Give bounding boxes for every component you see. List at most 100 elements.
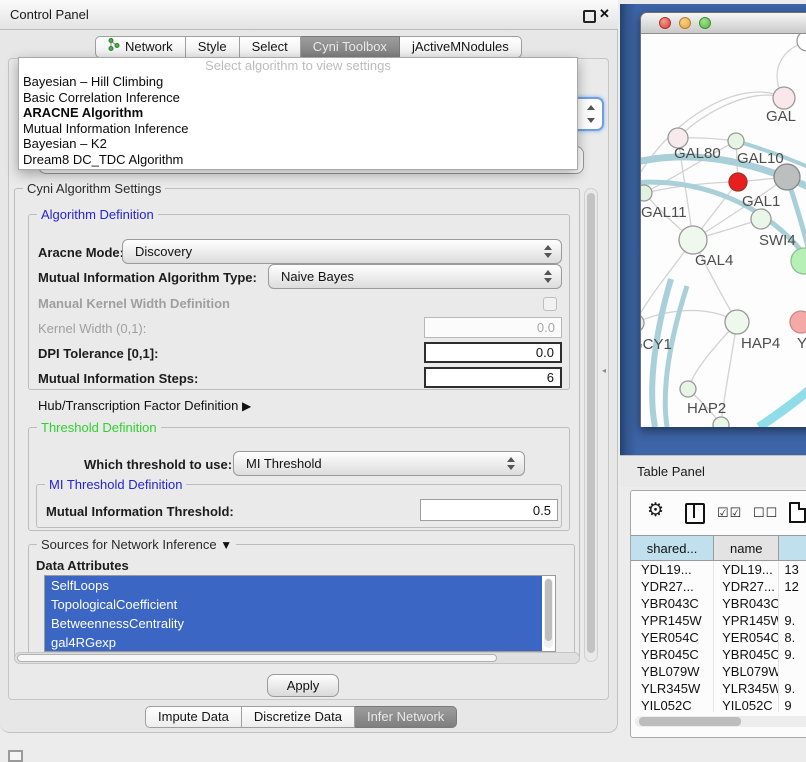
network-node[interactable] — [728, 133, 744, 149]
data-attribute-item[interactable]: gal4RGexp — [45, 633, 542, 652]
network-node[interactable] — [791, 248, 806, 274]
panel-splitter-nub[interactable]: ◂ — [602, 366, 606, 375]
tab-select[interactable]: Select — [240, 36, 301, 58]
column-header-name[interactable]: name — [714, 536, 779, 560]
network-node[interactable] — [797, 34, 806, 51]
close-icon[interactable]: ✕ — [599, 6, 610, 22]
scrollbar-thumb[interactable] — [17, 654, 497, 662]
scrollbar-thumb[interactable] — [545, 579, 552, 641]
sources-expander[interactable]: Sources for Network Inference ▼ — [37, 537, 236, 552]
column-header-shared[interactable]: shared... — [631, 536, 714, 560]
tab-discretize-data[interactable]: Discretize Data — [242, 706, 355, 728]
mi-threshold-label: Mutual Information Threshold: — [46, 504, 234, 519]
checked-box-icon: ☑ — [717, 505, 730, 520]
collapsed-panel-icon[interactable] — [8, 750, 23, 762]
scrollbar-thumb[interactable] — [639, 717, 741, 726]
table-cell: YDR27... — [631, 578, 714, 595]
network-node[interactable] — [641, 314, 644, 332]
table-cell: YIL052C — [714, 697, 779, 712]
table-cell: YDL19... — [714, 561, 779, 578]
algorithm-option[interactable]: ARACNE Algorithm — [19, 105, 577, 121]
tab-label: Cyni Toolbox — [313, 37, 387, 57]
network-node[interactable] — [641, 185, 652, 201]
gear-icon[interactable]: ⚙ — [647, 499, 664, 522]
sources-title: Sources for Network Inference — [41, 537, 217, 552]
network-canvas[interactable]: GALGAL80GAL10GAL1GAL11GAL4SWI4GCY1HAP4YH… — [641, 34, 806, 427]
zoom-traffic-light[interactable] — [699, 17, 711, 29]
table-row[interactable]: YIL052CYIL052C9 — [631, 697, 806, 712]
document-icon[interactable] — [789, 502, 806, 523]
attributes-scrollbar[interactable] — [544, 578, 553, 648]
table-row[interactable]: YER054CYER054C8. — [631, 629, 806, 646]
table-row[interactable]: YBL079WYBL079W — [631, 663, 806, 680]
table-row[interactable]: YDR27...YDR27...12 — [631, 578, 806, 595]
network-node[interactable] — [725, 310, 749, 334]
mi-algorithm-type-select[interactable]: Naive Bayes — [268, 264, 562, 289]
network-node[interactable] — [774, 164, 800, 190]
algorithm-option[interactable]: Basic Correlation Inference — [19, 90, 577, 106]
data-attribute-item[interactable]: BetweennessCentrality — [45, 614, 542, 633]
table-cell: YPR145W — [631, 612, 714, 629]
float-window-icon[interactable] — [583, 10, 596, 23]
data-attributes-label: Data Attributes — [36, 558, 129, 573]
network-tab-icon — [108, 37, 120, 57]
network-node[interactable] — [713, 417, 729, 427]
tab-network[interactable]: Network — [95, 36, 186, 58]
tab-impute-data[interactable]: Impute Data — [145, 706, 242, 728]
tab-label: Style — [198, 37, 227, 57]
settings-vertical-scrollbar[interactable] — [584, 188, 598, 662]
kernel-width-input[interactable]: 0.0 — [424, 317, 562, 338]
network-node[interactable] — [773, 87, 795, 109]
aracne-mode-select[interactable]: Discovery — [122, 239, 562, 264]
dpi-tolerance-input[interactable]: 0.0 — [424, 342, 562, 363]
close-traffic-light[interactable] — [659, 17, 671, 29]
hub-transcription-factor-expander[interactable]: Hub/Transcription Factor Definition ▶ — [38, 398, 251, 413]
table-cell: YDR27... — [714, 578, 779, 595]
algorithm-option[interactable]: Bayesian – Hill Climbing — [19, 74, 577, 90]
network-node[interactable] — [790, 311, 806, 333]
table-row[interactable]: YBR045CYBR045C9. — [631, 646, 806, 663]
aracne-mode-label: Aracne Mode: — [38, 245, 124, 260]
network-node[interactable] — [680, 381, 696, 397]
which-threshold-label: Which threshold to use: — [84, 457, 232, 472]
data-attribute-item[interactable]: SelfLoops — [45, 576, 542, 595]
apply-button[interactable]: Apply — [267, 674, 339, 697]
mi-steps-input[interactable]: 6 — [424, 367, 562, 388]
table-row[interactable]: YBR043CYBR043C — [631, 595, 806, 612]
table-row[interactable]: YLR345WYLR345W9. — [631, 680, 806, 697]
tab-style[interactable]: Style — [186, 36, 240, 58]
table-cell: YLR345W — [714, 680, 779, 697]
table-row[interactable]: YDL19...YDL19...13 — [631, 561, 806, 578]
table-cell: YBR043C — [714, 595, 779, 612]
algorithm-option[interactable]: Bayesian – K2 — [19, 136, 577, 152]
algorithm-option[interactable]: Mutual Information Inference — [19, 121, 577, 137]
network-node[interactable] — [751, 209, 771, 229]
tab-label: Select — [252, 37, 288, 57]
column-header-partial[interactable] — [779, 536, 806, 560]
manual-kernel-width-checkbox[interactable] — [543, 297, 557, 311]
network-node[interactable] — [679, 226, 707, 254]
scrollbar-thumb[interactable] — [587, 193, 595, 653]
data-attributes-list[interactable]: SelfLoopsTopologicalCoefficientBetweenne… — [44, 575, 556, 652]
table-horizontal-scrollbar[interactable] — [635, 716, 806, 727]
table-panel-header: Table Panel — [620, 455, 806, 487]
group-title: Algorithm Definition — [37, 207, 158, 222]
algorithm-option[interactable]: Dream8 DC_TDC Algorithm — [19, 152, 577, 168]
mi-threshold-input[interactable]: 0.5 — [420, 499, 558, 521]
tab-cyni-toolbox[interactable]: Cyni Toolbox — [301, 36, 400, 58]
table-header-row: shared... name — [631, 535, 806, 561]
which-threshold-select[interactable]: MI Threshold — [233, 451, 525, 476]
tab-jactivemnodules[interactable]: jActiveMNodules — [400, 36, 522, 58]
minimize-traffic-light[interactable] — [679, 17, 691, 29]
table-row[interactable]: YPR145WYPR145W9. — [631, 612, 806, 629]
control-panel-titlebar: Control Panel ✕ — [0, 0, 618, 30]
select-all-icon[interactable]: ☑☑ — [717, 505, 742, 521]
network-edge — [641, 310, 737, 323]
network-node[interactable] — [729, 173, 747, 191]
data-attribute-item[interactable]: TopologicalCoefficient — [45, 595, 542, 614]
columns-icon[interactable] — [685, 503, 705, 524]
settings-horizontal-scrollbar[interactable] — [14, 652, 580, 664]
deselect-all-icon[interactable]: ☐☐ — [753, 505, 778, 521]
hub-transcription-factor-label: Hub/Transcription Factor Definition — [38, 398, 238, 413]
tab-infer-network[interactable]: Infer Network — [355, 706, 457, 728]
